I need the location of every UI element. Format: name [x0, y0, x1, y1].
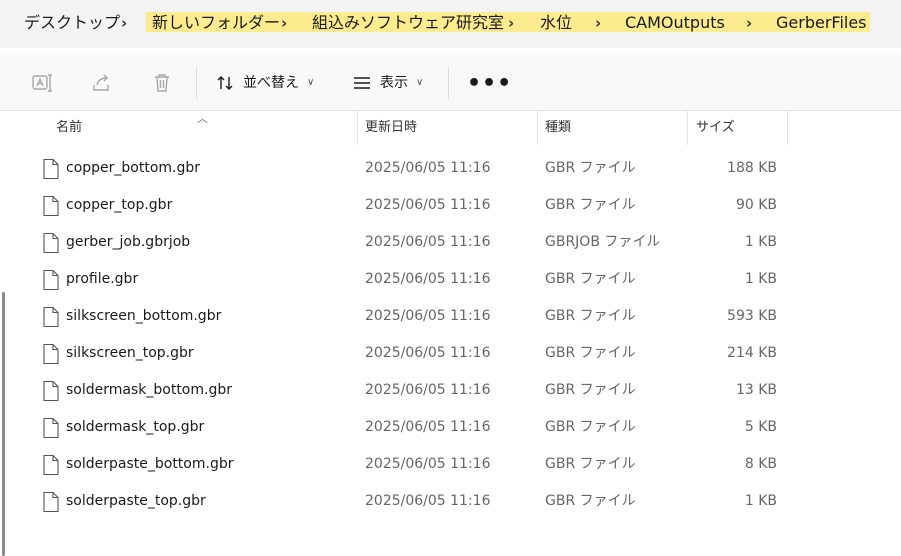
file-size: 1 KB — [745, 224, 777, 261]
toolbar-divider — [448, 67, 449, 99]
file-row[interactable]: solderpaste_bottom.gbr 2025/06/05 11:16 GB… — [0, 446, 901, 483]
view-icon — [352, 73, 372, 93]
sort-ascending-icon: ︿ — [197, 110, 208, 126]
sort-label: 並べ替え — [243, 75, 299, 91]
file-modified-date: 2025/06/05 11:16 — [365, 483, 491, 520]
file-type: GBR ファイル — [545, 372, 636, 409]
file-size: 13 KB — [736, 372, 777, 409]
file-name: copper_top.gbr — [66, 187, 172, 224]
file-type: GBRJOB ファイル — [545, 224, 660, 261]
file-row[interactable]: solderpaste_top.gbr 2025/06/05 11:16 GBR フ… — [0, 483, 901, 520]
file-icon — [42, 158, 60, 180]
file-row[interactable]: soldermask_bottom.gbr 2025/06/05 11:16 GBR… — [0, 372, 901, 409]
file-modified-date: 2025/06/05 11:16 — [365, 150, 491, 187]
column-divider[interactable] — [357, 111, 358, 145]
file-size: 90 KB — [736, 187, 777, 224]
breadcrumb-separator-icon[interactable]: › — [508, 12, 514, 34]
file-row[interactable]: copper_bottom.gbr 2025/06/05 11:16 GBR ファイ… — [0, 150, 901, 187]
file-icon — [42, 380, 60, 402]
file-modified-date: 2025/06/05 11:16 — [365, 187, 491, 224]
breadcrumb-separator-icon[interactable]: › — [746, 12, 752, 34]
file-icon — [42, 195, 60, 217]
rename-icon[interactable] — [30, 71, 54, 95]
share-icon[interactable] — [90, 71, 114, 95]
file-name: gerber_job.gbrjob — [66, 224, 190, 261]
column-header-name[interactable]: 名前 — [56, 111, 82, 145]
column-divider[interactable] — [687, 111, 688, 145]
file-modified-date: 2025/06/05 11:16 — [365, 298, 491, 335]
file-size: 5 KB — [745, 409, 777, 446]
file-size: 214 KB — [727, 335, 777, 372]
file-modified-date: 2025/06/05 11:16 — [365, 409, 491, 446]
view-label: 表示 — [380, 75, 408, 91]
breadcrumb: デスクトップ › 新しいフォルダー › 組込みソフトウェア研究室 › 水位 › … — [0, 0, 901, 48]
file-icon — [42, 306, 60, 328]
file-size: 188 KB — [727, 150, 777, 187]
file-modified-date: 2025/06/05 11:16 — [365, 446, 491, 483]
file-modified-date: 2025/06/05 11:16 — [365, 224, 491, 261]
file-icon — [42, 269, 60, 291]
column-header-size[interactable]: サイズ — [696, 111, 735, 145]
file-name: solderpaste_top.gbr — [66, 483, 206, 520]
file-row[interactable]: silkscreen_top.gbr 2025/06/05 11:16 GBR ファ… — [0, 335, 901, 372]
file-name: soldermask_top.gbr — [66, 409, 204, 446]
breadcrumb-separator-icon[interactable]: › — [595, 12, 601, 34]
file-icon — [42, 343, 60, 365]
breadcrumb-item-new-folder[interactable]: 新しいフォルダー — [152, 12, 280, 34]
scrollbar[interactable] — [2, 292, 5, 556]
file-icon — [42, 232, 60, 254]
file-modified-date: 2025/06/05 11:16 — [365, 372, 491, 409]
file-type: GBR ファイル — [545, 335, 636, 372]
file-type: GBR ファイル — [545, 298, 636, 335]
column-header-date[interactable]: 更新日時 — [365, 111, 417, 145]
file-name: soldermask_bottom.gbr — [66, 372, 232, 409]
column-header-type[interactable]: 種類 — [545, 111, 571, 145]
more-options-button[interactable]: ••• — [467, 71, 512, 96]
file-name: copper_bottom.gbr — [66, 150, 200, 187]
file-type: GBR ファイル — [545, 150, 636, 187]
file-type: GBR ファイル — [545, 483, 636, 520]
file-icon — [42, 491, 60, 513]
file-type: GBR ファイル — [545, 446, 636, 483]
file-row[interactable]: gerber_job.gbrjob 2025/06/05 11:16 GBRJOB … — [0, 224, 901, 261]
breadcrumb-item-lab[interactable]: 組込みソフトウェア研究室 — [312, 12, 504, 34]
command-bar: 並べ替え ∨ 表示 ∨ — [0, 55, 901, 111]
breadcrumb-item-desktop[interactable]: デスクトップ — [24, 12, 120, 34]
file-type: GBR ファイル — [545, 409, 636, 446]
file-name: profile.gbr — [66, 261, 138, 298]
sort-icon — [215, 73, 235, 93]
toolbar-divider — [196, 67, 197, 99]
file-name: silkscreen_top.gbr — [66, 335, 194, 372]
breadcrumb-item-camoutputs[interactable]: CAMOutputs — [625, 12, 725, 34]
file-size: 593 KB — [727, 298, 777, 335]
chevron-down-icon: ∨ — [416, 77, 423, 88]
file-size: 1 KB — [745, 261, 777, 298]
view-button[interactable]: 表示 ∨ — [352, 69, 423, 97]
file-modified-date: 2025/06/05 11:16 — [365, 261, 491, 298]
file-name: silkscreen_bottom.gbr — [66, 298, 221, 335]
trash-icon[interactable] — [150, 71, 174, 95]
chevron-down-icon: ∨ — [307, 77, 314, 88]
breadcrumb-item-gerberfiles[interactable]: GerberFiles — [776, 12, 867, 34]
file-size: 1 KB — [745, 483, 777, 520]
file-type: GBR ファイル — [545, 261, 636, 298]
file-row[interactable]: silkscreen_bottom.gbr 2025/06/05 11:16 GBR… — [0, 298, 901, 335]
breadcrumb-item-water-level[interactable]: 水位 — [540, 12, 572, 34]
file-icon — [42, 454, 60, 476]
column-divider[interactable] — [787, 111, 788, 145]
breadcrumb-separator-icon[interactable]: › — [281, 12, 287, 34]
file-icon — [42, 417, 60, 439]
file-row[interactable]: profile.gbr 2025/06/05 11:16 GBR ファイル 1 KB — [0, 261, 901, 298]
breadcrumb-separator-icon[interactable]: › — [121, 12, 127, 34]
file-type: GBR ファイル — [545, 187, 636, 224]
file-name: solderpaste_bottom.gbr — [66, 446, 233, 483]
column-divider[interactable] — [537, 111, 538, 145]
file-row[interactable]: copper_top.gbr 2025/06/05 11:16 GBR ファイル 90… — [0, 187, 901, 224]
file-modified-date: 2025/06/05 11:16 — [365, 335, 491, 372]
file-row[interactable]: soldermask_top.gbr 2025/06/05 11:16 GBR ファ… — [0, 409, 901, 446]
sort-button[interactable]: 並べ替え ∨ — [215, 69, 314, 97]
file-size: 8 KB — [745, 446, 777, 483]
